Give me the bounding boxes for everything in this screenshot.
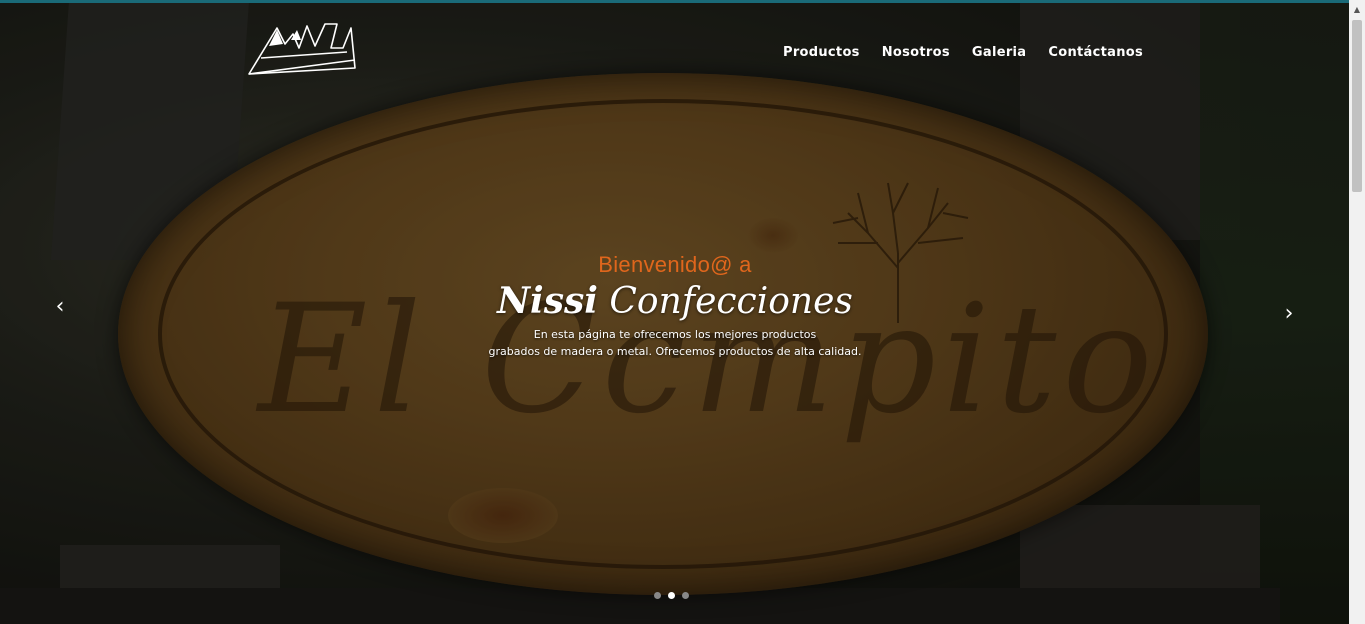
- nissi-logo[interactable]: [247, 18, 357, 76]
- scrollbar-thumb[interactable]: [1352, 20, 1362, 192]
- page-scrollbar[interactable]: ▲: [1349, 0, 1365, 624]
- caption-line: grabados de madera o metal. Ofrecemos pr…: [488, 345, 862, 358]
- caption-line: En esta página te ofrecemos los mejores …: [533, 328, 817, 341]
- nav-productos[interactable]: Productos: [772, 44, 871, 62]
- carousel-caption: Bienvenido@ a Nissi Confecciones En esta…: [440, 252, 910, 360]
- caption-title-rest: Confecciones: [609, 281, 853, 322]
- caption-title: Nissi Confecciones: [440, 280, 910, 322]
- nav-galeria[interactable]: Galeria: [961, 44, 1037, 62]
- nav-nosotros[interactable]: Nosotros: [871, 44, 961, 62]
- caption-title-brand: Nissi: [497, 280, 598, 322]
- chevron-left-icon: ‹: [55, 294, 65, 319]
- nav-contactanos[interactable]: Contáctanos: [1037, 44, 1154, 62]
- carousel-next-button[interactable]: ›: [1274, 299, 1304, 329]
- top-accent-line: [0, 0, 1365, 3]
- carousel-prev-button[interactable]: ‹: [45, 292, 75, 322]
- carousel-indicator[interactable]: [682, 592, 689, 599]
- carousel-indicator[interactable]: [654, 592, 661, 599]
- chevron-right-icon: ›: [1284, 301, 1294, 326]
- carousel-indicator-active[interactable]: [668, 592, 675, 599]
- scroll-up-arrow-icon[interactable]: ▲: [1349, 3, 1365, 17]
- carousel-indicators: [654, 592, 689, 599]
- caption-kicker: Bienvenido@ a: [598, 252, 752, 277]
- caption-description: En esta página te ofrecemos los mejores …: [440, 326, 910, 360]
- main-navigation: Productos Nosotros Galeria Contáctanos: [772, 44, 1154, 62]
